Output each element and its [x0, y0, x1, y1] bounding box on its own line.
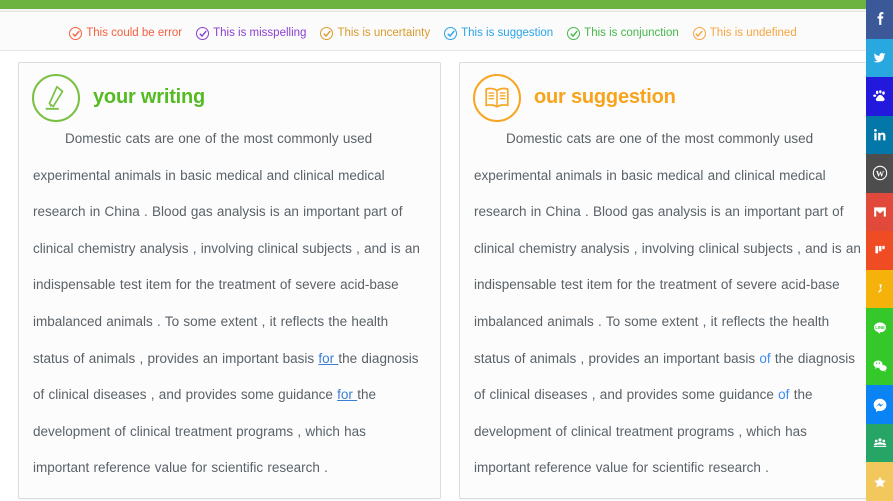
- check-circle-icon: [444, 27, 458, 40]
- linkedin-share-icon[interactable]: [866, 115, 893, 155]
- legend-label: This is conjunction: [584, 26, 679, 39]
- svg-text:W: W: [875, 170, 884, 179]
- our-suggestion-highlight-3[interactable]: of: [778, 387, 789, 402]
- legend-item-5: This is undefined: [692, 26, 797, 40]
- top-green-bar: [0, 0, 866, 9]
- legend-item-4: This is conjunction: [567, 27, 679, 40]
- your-writing-highlight-1[interactable]: for: [318, 351, 338, 366]
- your-writing-header: your writing: [19, 63, 440, 122]
- our-suggestion-highlight-1[interactable]: of: [759, 351, 770, 366]
- your-writing-body: Domestic cats are one of the most common…: [19, 121, 440, 497]
- check-circle-icon: [320, 27, 334, 40]
- check-circle-icon: [196, 27, 210, 40]
- legend-label: This is suggestion: [461, 26, 554, 39]
- wechat-share-icon[interactable]: [866, 346, 893, 386]
- facebook-share-icon[interactable]: [866, 0, 893, 39]
- our-suggestion-body: Domestic cats are one of the most common…: [460, 121, 881, 497]
- twitter-share-icon[interactable]: [866, 38, 893, 78]
- our-suggestion-title: our suggestion: [534, 86, 676, 108]
- our-suggestion-paragraph: Domestic cats are one of the most common…: [474, 131, 861, 476]
- legend-item-1: This is misspelling: [196, 27, 306, 40]
- gmail-share-icon[interactable]: [866, 192, 893, 232]
- legend-item-3: This is suggestion: [444, 27, 553, 40]
- pen-icon: [32, 73, 80, 122]
- highlight-legend: This could be error This is misspelling Th…: [0, 13, 866, 51]
- page-root: This could be error This is misspelling Th…: [0, 0, 893, 501]
- legend-label: This is undefined: [709, 26, 797, 39]
- messenger-share-icon[interactable]: [866, 385, 893, 424]
- legend-item-2: This is uncertainty: [320, 27, 430, 40]
- baidu-share-icon[interactable]: [866, 77, 893, 116]
- social-share-rail: W LINE: [866, 0, 893, 501]
- meetup-share-icon[interactable]: [866, 423, 893, 463]
- svg-text:LINE: LINE: [875, 324, 885, 329]
- book-icon: [473, 73, 521, 122]
- legend-label: This is uncertainty: [337, 26, 431, 39]
- line-share-icon[interactable]: LINE: [866, 308, 893, 347]
- your-writing-panel: your writing Domestic cats are one of th…: [18, 62, 441, 499]
- comparison-panels: your writing Domestic cats are one of th…: [0, 52, 882, 501]
- your-writing-paragraph: Domestic cats are one of the most common…: [33, 131, 420, 476]
- check-circle-icon: [692, 27, 706, 40]
- legend-label: This could be error: [86, 26, 183, 39]
- pocket-share-icon[interactable]: [866, 269, 893, 309]
- your-writing-title: your writing: [93, 86, 206, 108]
- legend-label: This is misspelling: [213, 26, 307, 39]
- your-writing-highlight-3[interactable]: for: [337, 387, 357, 402]
- check-circle-icon: [69, 27, 83, 40]
- our-suggestion-panel: our suggestion Domestic cats are one of …: [459, 62, 882, 499]
- wordpress-share-icon[interactable]: W: [866, 154, 893, 193]
- top-bar-divider: [0, 9, 866, 12]
- mix-share-icon[interactable]: [866, 231, 893, 270]
- favorite-share-icon[interactable]: [866, 462, 893, 501]
- check-circle-icon: [567, 27, 581, 40]
- our-suggestion-header: our suggestion: [460, 63, 881, 122]
- legend-item-0: This could be error: [69, 27, 182, 40]
